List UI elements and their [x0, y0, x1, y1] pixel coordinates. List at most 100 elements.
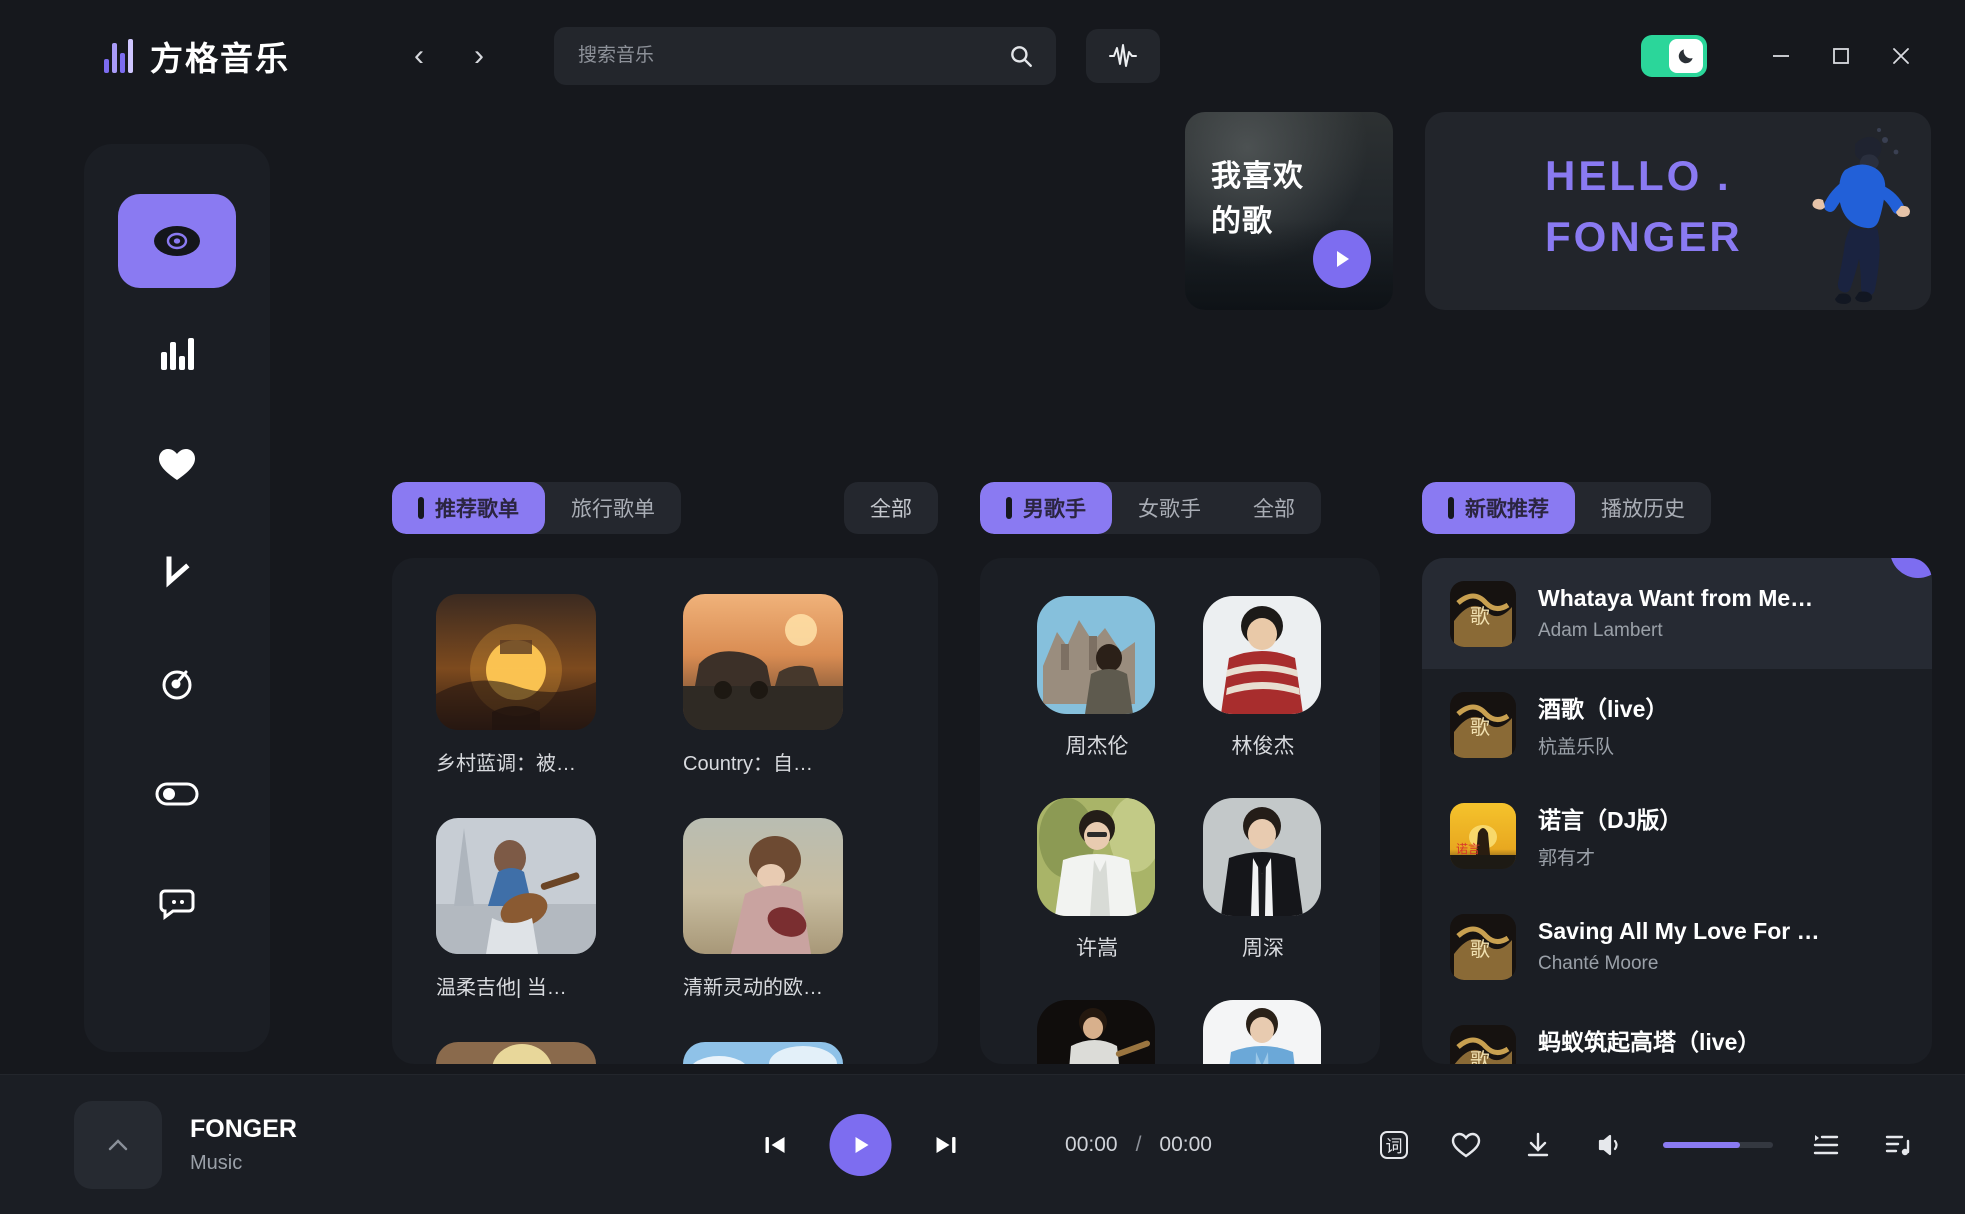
- heart-icon: [157, 446, 197, 482]
- sidebar-item-discover[interactable]: [118, 194, 236, 288]
- tab-label: 全部: [1253, 498, 1295, 521]
- song-meta: Whataya Want from Me… Adam Lambert: [1538, 585, 1813, 642]
- playlist-card[interactable]: Country：自…: [683, 594, 843, 776]
- sidebar-item-settings[interactable]: [118, 752, 236, 836]
- tab-travel-playlists[interactable]: 旅行歌单: [545, 482, 681, 534]
- playlist-card[interactable]: [683, 1042, 843, 1064]
- tab-play-history[interactable]: 播放历史: [1575, 482, 1711, 534]
- banner-row: 我喜欢的歌 HELLO . FONGER: [1185, 112, 1931, 310]
- sidebar-item-charts[interactable]: [118, 312, 236, 396]
- back-button[interactable]: ‹: [402, 39, 436, 73]
- volume-slider-fill: [1663, 1141, 1740, 1148]
- song-cover: 歌: [1450, 1024, 1516, 1064]
- playlist-title: 温柔吉他| 当…: [436, 977, 567, 999]
- tab-all-artists[interactable]: 全部: [1227, 482, 1321, 534]
- playlists-view-all-button[interactable]: 全部: [844, 482, 938, 534]
- artist-avatar: [1037, 596, 1155, 714]
- tab-label: 男歌手: [1023, 498, 1086, 521]
- new-songs-panel: 歌 Whataya Want from Me… Adam Lambert 歌 酒…: [1422, 558, 1932, 1064]
- volume-slider[interactable]: [1663, 1141, 1773, 1148]
- artist-card[interactable]: 周杰伦: [1037, 596, 1157, 760]
- play-icon: [1907, 558, 1929, 561]
- waveform-button[interactable]: [1086, 29, 1160, 83]
- playlists-tabs: 推荐歌单 旅行歌单: [392, 482, 681, 534]
- artist-card[interactable]: [1037, 1000, 1157, 1064]
- song-meta: 诺言（DJ版） 郭有才: [1538, 801, 1682, 870]
- artist-card[interactable]: 周深: [1203, 798, 1323, 962]
- previous-track-button[interactable]: [753, 1124, 795, 1166]
- sidebar-item-messages[interactable]: [118, 862, 236, 946]
- artists-header: 男歌手 女歌手 全部: [980, 482, 1380, 534]
- music-queue-icon: [1884, 1132, 1912, 1158]
- lyrics-button[interactable]: 词: [1375, 1126, 1413, 1164]
- column-new-songs: 新歌推荐 播放历史 歌 Whataya Want from Me… Adam L…: [1422, 482, 1932, 1064]
- minimize-button[interactable]: [1751, 29, 1811, 83]
- song-list-item[interactable]: 歌 Whataya Want from Me… Adam Lambert: [1422, 558, 1932, 669]
- download-button[interactable]: [1519, 1126, 1557, 1164]
- waveform-icon: [1108, 43, 1138, 69]
- artist-card[interactable]: 林俊杰: [1203, 596, 1323, 760]
- playlist-card[interactable]: 温柔吉他| 当…: [436, 818, 596, 1000]
- search-input[interactable]: [554, 27, 1056, 85]
- volume-button[interactable]: [1591, 1126, 1629, 1164]
- playlist-card[interactable]: [436, 1042, 596, 1064]
- new-songs-header: 新歌推荐 播放历史: [1422, 482, 1932, 534]
- playlist-title: Country：自…: [683, 753, 814, 775]
- search-icon[interactable]: [1008, 43, 1034, 69]
- tab-new-song-recommendations[interactable]: 新歌推荐: [1422, 482, 1575, 534]
- content-columns: 推荐歌单 旅行歌单 全部 乡村蓝调：被… Country：自… 温柔吉他| 当……: [392, 482, 1932, 1064]
- favorite-songs-card[interactable]: 我喜欢的歌: [1185, 112, 1393, 310]
- theme-toggle[interactable]: [1641, 35, 1707, 77]
- maximize-button[interactable]: [1811, 29, 1871, 83]
- player-tools: 词: [1375, 1126, 1917, 1164]
- playlist-cover: [436, 818, 596, 954]
- song-list-item[interactable]: 歌 酒歌（live） 杭盖乐队: [1422, 669, 1932, 780]
- queue-button[interactable]: [1807, 1126, 1845, 1164]
- volume-icon: [1596, 1132, 1624, 1158]
- speech-bubble-icon: [157, 886, 197, 922]
- play-pause-button[interactable]: [829, 1113, 892, 1176]
- playlist-card[interactable]: 清新灵动的欧…: [683, 818, 843, 1000]
- favorite-songs-play-button[interactable]: [1313, 230, 1371, 288]
- like-button[interactable]: [1447, 1126, 1485, 1164]
- expand-player-button[interactable]: [74, 1100, 162, 1189]
- sidebar-item-radar[interactable]: [118, 642, 236, 726]
- playlist-cover: [683, 1042, 843, 1064]
- hello-banner-text: HELLO . FONGER: [1545, 146, 1743, 268]
- download-icon: [1524, 1131, 1552, 1159]
- close-button[interactable]: [1871, 29, 1931, 83]
- artists-panel: 周杰伦 林俊杰 许嵩 周深: [980, 558, 1380, 1064]
- dancing-person-illustration: [1767, 122, 1917, 308]
- compass-icon: [156, 663, 198, 705]
- equalizer-logo-icon: [104, 39, 133, 73]
- queue-list-icon: [1812, 1132, 1840, 1158]
- playlist-card[interactable]: 乡村蓝调：被…: [436, 594, 596, 776]
- nav-arrows: ‹ ›: [402, 39, 496, 73]
- tab-male-artists[interactable]: 男歌手: [980, 482, 1112, 534]
- hello-banner-card[interactable]: HELLO . FONGER: [1425, 112, 1931, 310]
- heart-icon: [1451, 1131, 1481, 1159]
- forward-button[interactable]: ›: [462, 39, 496, 73]
- sidebar-item-downloads[interactable]: [118, 532, 236, 616]
- favorite-songs-title: 我喜欢的歌: [1211, 160, 1304, 238]
- sidebar-item-favorites[interactable]: [118, 422, 236, 506]
- song-title: 酒歌（live）: [1538, 696, 1669, 722]
- play-icon: [848, 1133, 872, 1157]
- tab-female-artists[interactable]: 女歌手: [1112, 482, 1227, 534]
- playlist-button[interactable]: [1879, 1126, 1917, 1164]
- artist-card[interactable]: 许嵩: [1037, 798, 1157, 962]
- artist-avatar: [1203, 1000, 1321, 1064]
- song-list-item[interactable]: 歌 蚂蚁筑起高塔（live） 汪苏泷: [1422, 1002, 1932, 1064]
- song-list-item[interactable]: 诺言 诺言（DJ版） 郭有才: [1422, 780, 1932, 891]
- song-list-item[interactable]: 歌 Saving All My Love For … Chanté Moore: [1422, 891, 1932, 1002]
- vinyl-disc-icon: [151, 215, 203, 267]
- next-track-icon: [933, 1132, 959, 1158]
- artist-name: 周杰伦: [1065, 735, 1129, 758]
- next-track-button[interactable]: [925, 1124, 967, 1166]
- moon-icon: [1669, 39, 1703, 73]
- artist-card[interactable]: [1203, 1000, 1323, 1064]
- sidebar: [84, 144, 270, 1052]
- tab-recommended-playlists[interactable]: 推荐歌单: [392, 482, 545, 534]
- time-separator: /: [1135, 1132, 1142, 1156]
- active-tab-marker: [1448, 497, 1454, 519]
